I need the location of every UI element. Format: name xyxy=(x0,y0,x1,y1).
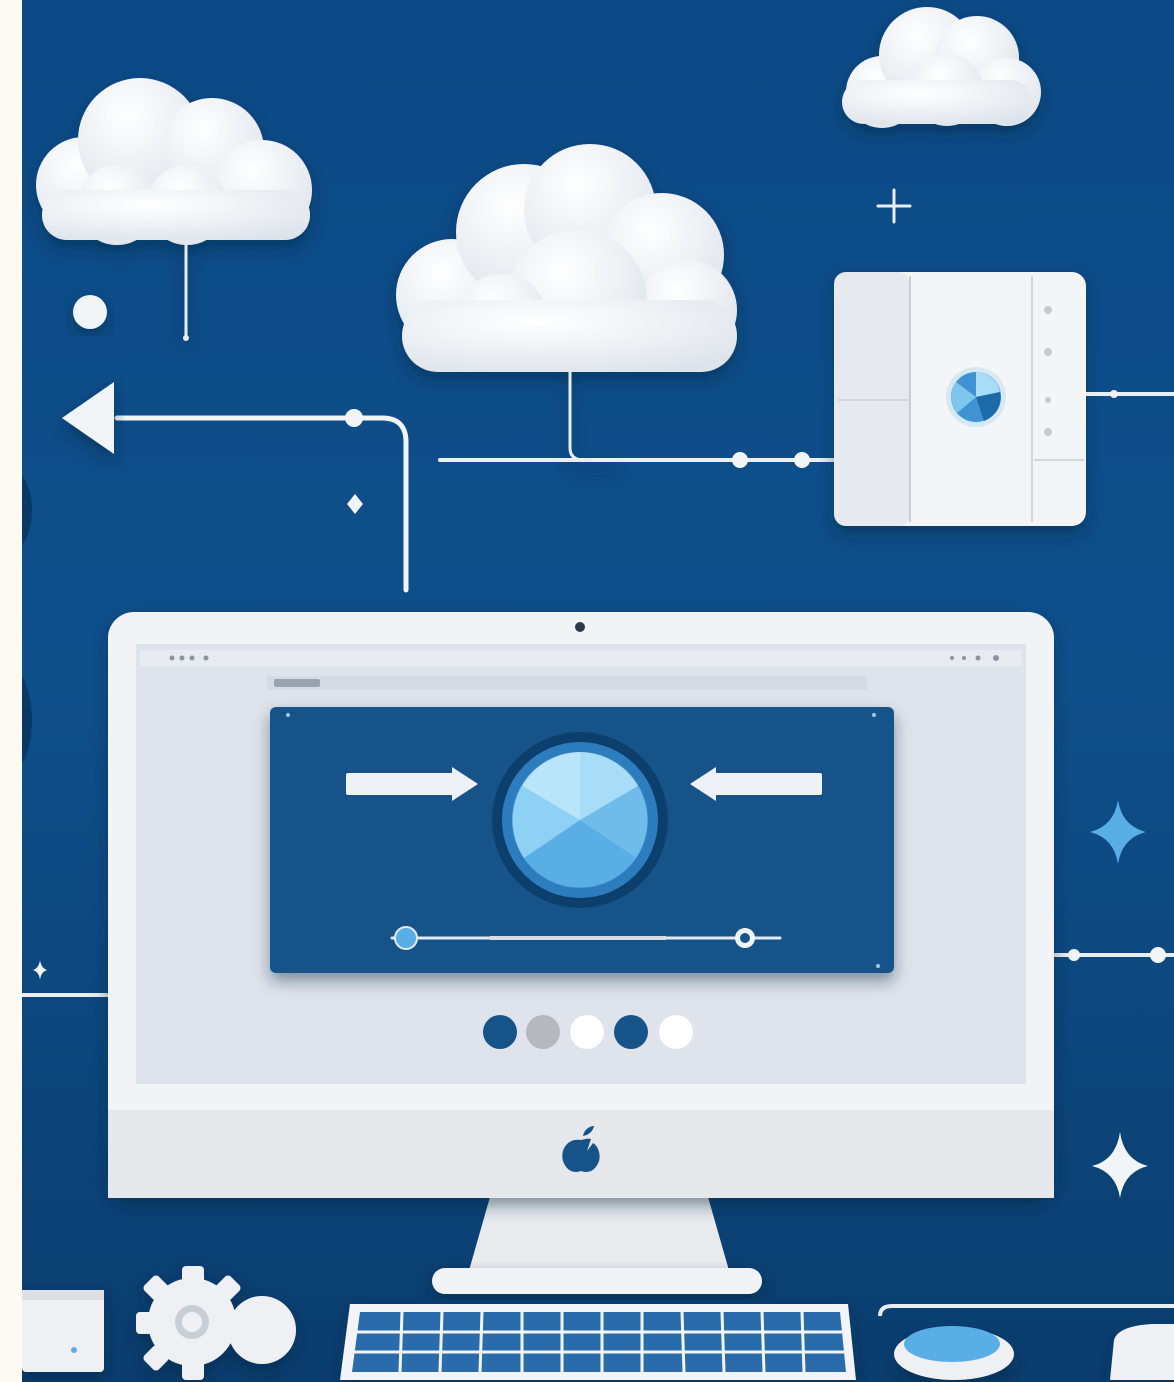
connector-node xyxy=(1150,947,1166,963)
server-box-icon xyxy=(834,272,1086,526)
app-window xyxy=(270,707,894,973)
connector-node xyxy=(1110,390,1118,398)
monitor xyxy=(108,612,1054,1294)
device-icon xyxy=(1110,1324,1174,1380)
connector-node xyxy=(1068,949,1080,961)
dot-decoration xyxy=(73,295,107,329)
connector-node xyxy=(345,409,363,427)
illustration-canvas xyxy=(22,0,1174,1382)
illustration-scene xyxy=(22,0,1174,1382)
storage-box-icon xyxy=(22,1290,104,1372)
keyboard-icon xyxy=(340,1304,856,1380)
sync-disc-icon xyxy=(492,732,668,908)
